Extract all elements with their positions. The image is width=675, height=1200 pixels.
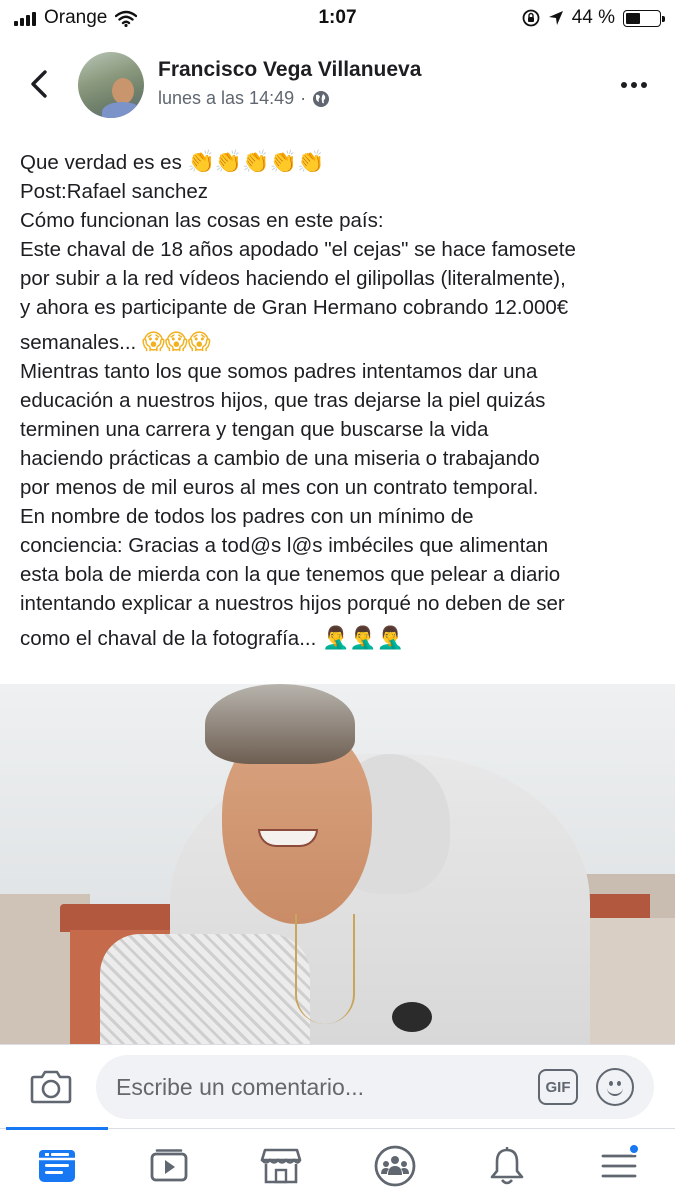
post-line: semanales... 😱😱😱 [20, 330, 211, 355]
tab-marketplace[interactable] [258, 1143, 304, 1189]
emoji-button[interactable] [596, 1068, 634, 1106]
post-timestamp[interactable]: lunes a las 14:49 [158, 88, 294, 109]
chevron-left-icon [31, 70, 47, 98]
carrier-label: Orange [44, 7, 108, 28]
battery-percent: 44 % [571, 7, 615, 28]
tab-news-feed[interactable] [34, 1143, 80, 1189]
camera-icon [30, 1070, 72, 1104]
tab-bar [0, 1127, 675, 1200]
post-photo[interactable] [0, 684, 675, 1044]
battery-fill [626, 12, 641, 24]
more-dot-icon [631, 82, 637, 88]
camera-button[interactable] [30, 1067, 72, 1105]
photo-arm [100, 934, 310, 1044]
author-name[interactable]: Francisco Vega Villanueva [158, 58, 421, 82]
location-arrow-icon [548, 11, 563, 25]
post-line: Este chaval de 18 años apodado "el cejas… [20, 238, 576, 261]
tab-menu[interactable] [596, 1143, 642, 1189]
post-line: Post:Rafael sanchez [20, 180, 209, 203]
more-dot-icon [641, 82, 647, 88]
tab-watch[interactable] [146, 1143, 192, 1189]
post-line: terminen una carrera y tengan que buscar… [20, 418, 489, 441]
back-button[interactable] [22, 64, 56, 104]
status-right: 44 % [522, 7, 665, 29]
post-line: Mientras tanto los que somos padres inte… [20, 360, 538, 383]
photo-hair [205, 684, 355, 764]
avatar-face [112, 78, 134, 104]
avatar[interactable] [78, 52, 144, 118]
status-left: Orange [14, 7, 138, 29]
photo-hoodie-logo [392, 1002, 432, 1032]
video-icon [150, 1149, 188, 1182]
rotation-lock-icon [522, 9, 540, 27]
bell-icon [490, 1147, 524, 1185]
groups-icon [374, 1145, 416, 1187]
more-dot-icon [621, 82, 627, 88]
emoji-eye [617, 1081, 621, 1086]
post-line: por menos de mil euros al mes con un con… [20, 476, 539, 499]
more-options-button[interactable] [617, 70, 651, 100]
meta-separator: · [300, 88, 307, 108]
post-line: intentando explicar a nuestros hijos por… [20, 592, 565, 615]
active-tab-indicator [6, 1127, 108, 1130]
status-bar: Orange 1:07 44 % [0, 0, 675, 36]
battery-icon [623, 9, 665, 27]
post-meta: lunes a las 14:49 · [158, 88, 330, 109]
gif-button[interactable]: GIF [538, 1069, 578, 1105]
tab-notifications[interactable] [484, 1143, 530, 1189]
signal-icon [14, 10, 36, 26]
post-line: conciencia: Gracias a tod@s l@s imbécile… [20, 534, 549, 557]
post-line: por subir a la red vídeos haciendo el gi… [20, 267, 566, 290]
post-text: Que verdad es es 👏👏👏👏👏 Post:Rafael sanch… [20, 148, 660, 653]
post-header: Francisco Vega Villanueva lunes a las 14… [0, 44, 675, 124]
post-line: y ahora es participante de Gran Hermano … [20, 296, 569, 319]
post-line: Que verdad es es 👏👏👏👏👏 [20, 150, 325, 175]
post-line: esta bola de mierda con la que tenemos q… [20, 563, 561, 586]
post-line: como el chaval de la fotografía... 🤦‍♂️🤦… [20, 626, 405, 651]
facepalm-emoji-icon: 🤦‍♂️🤦‍♂️🤦‍♂️ [321, 626, 405, 651]
post-line: haciendo prácticas a cambio de una miser… [20, 447, 540, 470]
smiley-icon [607, 1087, 623, 1096]
photo-smile [258, 829, 318, 847]
post-line: educación a nuestros hijos, que tras dej… [20, 389, 546, 412]
photo-chain [295, 914, 355, 1024]
scream-emoji-icon: 😱😱😱 [141, 330, 211, 355]
post-line: En nombre de todos los padres con un mín… [20, 505, 474, 528]
wifi-icon [115, 10, 138, 27]
emoji-eye [609, 1081, 613, 1086]
globe-icon [313, 90, 330, 107]
menu-badge-dot [628, 1143, 640, 1155]
post-line: Cómo funcionan las cosas en este país: [20, 209, 384, 232]
clapping-emoji-icon: 👏👏👏👏👏 [187, 150, 325, 175]
tab-groups[interactable] [372, 1143, 418, 1189]
avatar-shirt [102, 102, 142, 118]
marketplace-icon [260, 1148, 302, 1184]
news-feed-icon [39, 1150, 75, 1182]
comment-bar: GIF [0, 1044, 675, 1128]
